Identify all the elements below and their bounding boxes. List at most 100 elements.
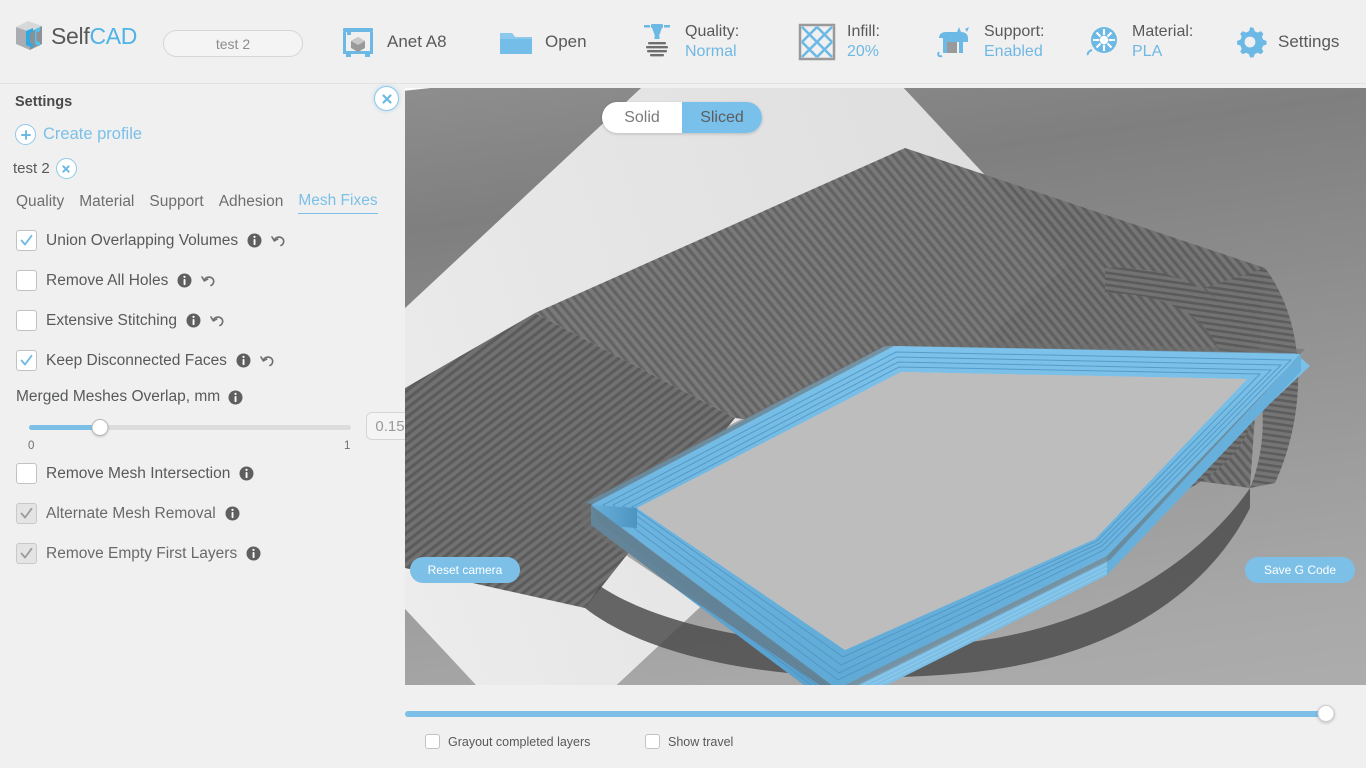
tab-support[interactable]: Support — [149, 193, 203, 214]
brand-self: Self — [51, 22, 90, 49]
toolbar-item-open[interactable]: Open — [498, 16, 587, 68]
layer-slider-fill — [405, 711, 1326, 717]
toolbar-support-label: Support: — [984, 22, 1045, 40]
option-union-overlapping-volumes[interactable]: Union Overlapping Volumes — [16, 230, 287, 251]
option-label: Union Overlapping Volumes — [46, 231, 239, 249]
toolbar-quality-label: Quality: — [685, 22, 740, 40]
toolbar-settings-label: Settings — [1278, 32, 1340, 51]
toolbar-material-label: Material: — [1132, 22, 1194, 40]
overlap-max-label: 1 — [344, 440, 351, 452]
check-icon — [20, 234, 33, 246]
layer-slider-handle[interactable] — [1317, 705, 1335, 722]
info-icon[interactable] — [186, 313, 201, 328]
nozzle-icon — [644, 24, 670, 57]
toolbar-support-value: Enabled — [984, 43, 1043, 60]
close-icon[interactable] — [374, 86, 399, 111]
project-name-input[interactable] — [163, 30, 303, 57]
overlap-slider-track[interactable] — [29, 419, 351, 436]
panel-title: Settings — [15, 94, 73, 110]
save-gcode-button[interactable]: Save G Code — [1245, 557, 1355, 583]
brand-text: SelfCAD — [51, 23, 137, 50]
sliced-model-geometry — [405, 148, 1310, 685]
checkbox-show-travel[interactable] — [645, 734, 660, 749]
undo-icon[interactable] — [260, 353, 276, 369]
tab-material[interactable]: Material — [79, 193, 134, 214]
selfcad-cube-icon — [16, 21, 42, 50]
overlap-slider-handle[interactable] — [91, 419, 109, 436]
tab-quality[interactable]: Quality — [16, 193, 64, 214]
checkbox-keep-disconnected-faces[interactable] — [16, 350, 37, 371]
option-label: Keep Disconnected Faces — [46, 351, 227, 369]
overlap-slider-body: 0 1 — [16, 412, 414, 462]
plus-icon — [15, 124, 36, 145]
info-icon[interactable] — [177, 273, 192, 288]
info-icon[interactable] — [228, 390, 243, 405]
tab-adhesion[interactable]: Adhesion — [219, 193, 284, 214]
info-icon[interactable] — [225, 506, 240, 521]
toolbar-infill-value: 20% — [847, 43, 880, 60]
folder-icon — [500, 33, 532, 54]
check-icon — [20, 507, 33, 519]
option-show-travel[interactable]: Show travel — [645, 734, 733, 749]
printer-icon — [343, 28, 373, 57]
option-remove-empty-first-layers: Remove Empty First Layers — [16, 543, 261, 564]
option-grayout-completed-layers[interactable]: Grayout completed layers — [425, 734, 590, 749]
toolbar-item-material[interactable]: Material: PLA — [1085, 16, 1193, 68]
view-mode-sliced[interactable]: Sliced — [682, 102, 762, 133]
checkbox-grayout-completed-layers[interactable] — [425, 734, 440, 749]
option-label: Extensive Stitching — [46, 311, 177, 329]
option-extensive-stitching[interactable]: Extensive Stitching — [16, 310, 226, 331]
checkbox-remove-empty-first-layers — [16, 543, 37, 564]
reset-camera-button[interactable]: Reset camera — [410, 557, 520, 583]
info-icon[interactable] — [236, 353, 251, 368]
tab-mesh-fixes[interactable]: Mesh Fixes — [298, 192, 378, 214]
checkbox-union-overlapping-volumes[interactable] — [16, 230, 37, 251]
option-keep-disconnected-faces[interactable]: Keep Disconnected Faces — [16, 350, 276, 371]
create-profile-button[interactable]: Create profile — [15, 124, 142, 145]
toolbar-item-quality[interactable]: Quality: Normal — [640, 16, 739, 68]
view-mode-solid[interactable]: Solid — [602, 102, 682, 133]
option-remove-all-holes[interactable]: Remove All Holes — [16, 270, 217, 291]
toolbar-item-printer[interactable]: Anet A8 — [340, 16, 447, 68]
active-profile-row: test 2 — [13, 158, 77, 179]
checkbox-alternate-mesh-removal — [16, 503, 37, 524]
3d-viewport[interactable]: Solid Sliced Reset camera Save G Code — [405, 88, 1366, 685]
option-label: Grayout completed layers — [448, 734, 591, 749]
overlap-header: Merged Meshes Overlap, mm — [16, 388, 396, 406]
toolbar-printer-label: Anet A8 — [387, 32, 447, 51]
option-alternate-mesh-removal: Alternate Mesh Removal — [16, 503, 240, 524]
toolbar-item-support[interactable]: Support: Enabled — [935, 16, 1044, 68]
toolbar-support-labels: Support: Enabled — [984, 22, 1044, 63]
checkbox-remove-mesh-intersection[interactable] — [16, 463, 37, 484]
layer-slider-track[interactable] — [405, 705, 1335, 722]
info-icon[interactable] — [239, 466, 254, 481]
toolbar-item-settings[interactable]: Settings — [1233, 16, 1339, 68]
toolbar-item-infill[interactable]: Infill: 20% — [798, 16, 880, 68]
check-icon — [20, 547, 33, 559]
overlap-min-label: 0 — [28, 440, 35, 452]
option-remove-mesh-intersection[interactable]: Remove Mesh Intersection — [16, 463, 254, 484]
undo-icon[interactable] — [271, 233, 287, 249]
toolbar-infill-labels: Infill: 20% — [847, 22, 880, 63]
merged-meshes-overlap-group: Merged Meshes Overlap, mm 0 1 — [16, 388, 414, 462]
toolbar-open-label: Open — [545, 32, 587, 51]
info-icon[interactable] — [246, 546, 261, 561]
option-label: Remove Empty First Layers — [46, 544, 238, 562]
option-label: Alternate Mesh Removal — [46, 504, 216, 522]
toolbar-quality-labels: Quality: Normal — [685, 22, 739, 63]
checkbox-extensive-stitching[interactable] — [16, 310, 37, 331]
overlap-label: Merged Meshes Overlap, mm — [16, 388, 221, 405]
undo-icon[interactable] — [210, 313, 226, 329]
create-profile-label: Create profile — [43, 125, 143, 143]
selfcad-logo[interactable]: SelfCAD — [14, 20, 137, 52]
infill-icon — [798, 23, 836, 61]
option-label: Remove Mesh Intersection — [46, 464, 231, 482]
toolbar-material-labels: Material: PLA — [1132, 22, 1193, 63]
gear-icon — [1237, 27, 1267, 58]
delete-profile-icon[interactable] — [55, 158, 77, 179]
checkbox-remove-all-holes[interactable] — [16, 270, 37, 291]
toolbar-quality-value: Normal — [685, 43, 737, 60]
info-icon[interactable] — [247, 233, 262, 248]
undo-icon[interactable] — [201, 273, 217, 289]
view-mode-toggle: Solid Sliced — [602, 102, 762, 133]
